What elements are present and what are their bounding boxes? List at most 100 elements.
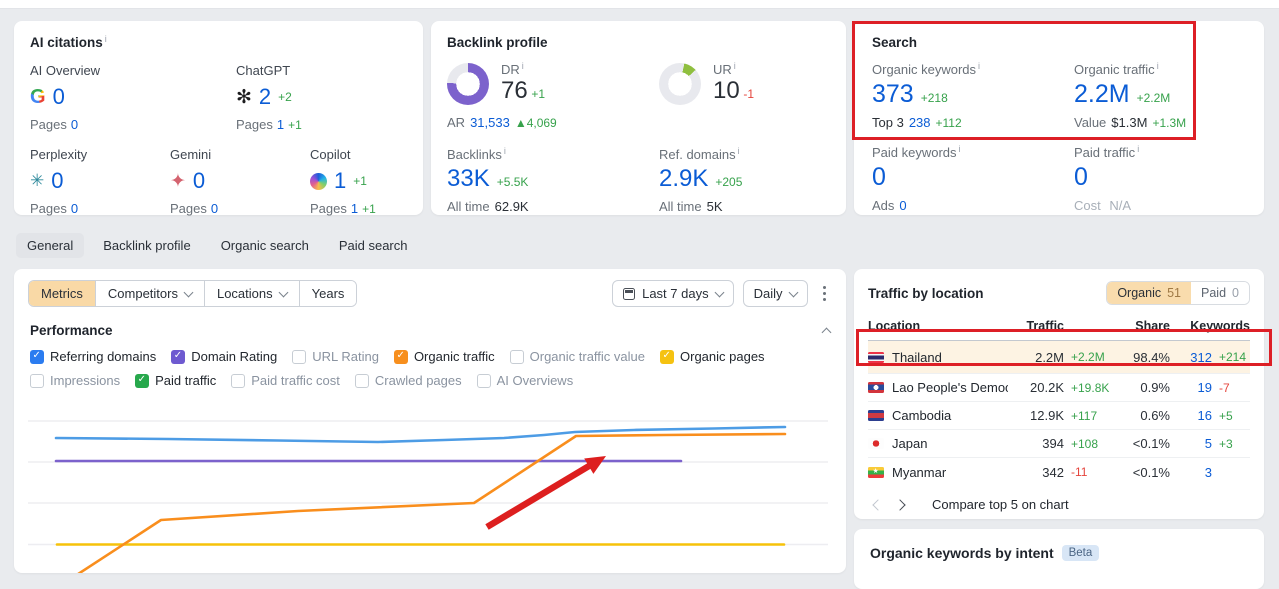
date-range-dropdown[interactable]: Last 7 days [612, 280, 734, 307]
page-next-icon[interactable] [894, 498, 906, 511]
checkbox-icon [231, 373, 246, 388]
performance-title: Performance [30, 323, 113, 338]
collapse-chevron-icon[interactable] [821, 327, 832, 338]
checkbox-label: Organic traffic [413, 349, 495, 364]
competitors-dropdown[interactable]: Competitors [95, 281, 205, 306]
checkbox-crawled-pages[interactable]: Crawled pages [354, 373, 462, 388]
years-button[interactable]: Years [299, 281, 357, 306]
search-title: Search [872, 35, 918, 50]
paid-keywords-label: Paid keywords [872, 145, 957, 160]
filter-group: Metrics Competitors Locations Years [28, 280, 358, 307]
chatgpt-delta: +2 [278, 90, 292, 104]
ref-domains-delta: +205 [715, 175, 743, 189]
perplexity-value: 0 [51, 168, 64, 193]
page-prev-icon[interactable] [872, 498, 884, 511]
tab-general[interactable]: General [16, 233, 85, 258]
pages-label: Pages [236, 117, 273, 132]
table-row-laos[interactable]: Lao People's Democratic Reput 20.2K +19.… [868, 374, 1250, 402]
ref-domains-value[interactable]: 2.9K [659, 165, 708, 193]
pages-value[interactable]: 1 [351, 201, 358, 216]
checkbox-ai-overviews[interactable]: AI Overviews [476, 373, 573, 388]
toggle-organic[interactable]: Organic 51 [1107, 282, 1192, 304]
checkbox-paid-traffic[interactable]: Paid traffic [135, 373, 216, 388]
ai-overview-label: AI Overview [30, 63, 101, 78]
info-icon[interactable] [1157, 61, 1159, 71]
info-icon[interactable] [504, 146, 506, 156]
info-icon[interactable] [1137, 144, 1139, 154]
checkbox-impressions[interactable]: Impressions [30, 373, 120, 388]
tab-organic-search[interactable]: Organic search [210, 233, 320, 258]
info-icon[interactable] [734, 61, 736, 71]
table-row-thailand[interactable]: Thailand 2.2M +2.2M 98.4% 312 +214 [868, 341, 1250, 374]
pages-value[interactable]: 1 [277, 117, 284, 132]
date-range-label: Last 7 days [642, 286, 709, 301]
info-icon[interactable] [105, 34, 107, 44]
metrics-button[interactable]: Metrics [29, 281, 96, 306]
info-icon[interactable] [522, 61, 524, 71]
top-header-strip [0, 0, 1279, 9]
traffic-delta: -11 [1071, 465, 1088, 479]
location-name: Japan [892, 436, 928, 451]
paid-traffic-value[interactable]: 0 [1074, 163, 1088, 192]
metric-checkboxes: Referring domains Domain Rating URL Rati… [14, 338, 834, 388]
info-icon[interactable] [978, 61, 980, 71]
organic-traffic-value[interactable]: 2.2M [1074, 80, 1130, 109]
organic-keywords-delta: +218 [920, 91, 948, 105]
pages-value[interactable]: 0 [71, 201, 78, 216]
table-row-myanmar[interactable]: Myanmar 342 -11 <0.1% 3 [868, 458, 1250, 486]
locations-dropdown[interactable]: Locations [204, 281, 300, 306]
backlinks-value[interactable]: 33K [447, 165, 490, 193]
google-icon: G [30, 85, 46, 108]
keywords-delta: +214 [1219, 350, 1247, 364]
checkbox-url-rating[interactable]: URL Rating [292, 349, 379, 364]
toggle-paid-label: Paid [1201, 286, 1227, 300]
paid-keywords-value[interactable]: 0 [872, 163, 886, 192]
keywords-delta: -7 [1219, 380, 1230, 395]
checkbox-label: Paid traffic cost [251, 373, 340, 388]
info-icon[interactable] [738, 146, 740, 156]
metrics-label: Metrics [41, 286, 83, 301]
table-row-cambodia[interactable]: Cambodia 12.9K +117 0.6% 16 +5 [868, 402, 1250, 430]
table-row-japan[interactable]: Japan 394 +108 <0.1% 5 +3 [868, 430, 1250, 458]
pages-label: Pages [310, 201, 347, 216]
calendar-icon [623, 287, 636, 300]
alltime-label: All time [659, 199, 702, 214]
organic-keywords-value[interactable]: 373 [872, 80, 914, 109]
alltime-label: All time [447, 199, 490, 214]
top3-value[interactable]: 238 [909, 115, 931, 130]
checkbox-organic-pages[interactable]: Organic pages [660, 349, 765, 364]
keywords-value[interactable]: 5 [1170, 436, 1212, 451]
checkbox-organic-traffic[interactable]: Organic traffic [393, 349, 495, 364]
share-value: <0.1% [1132, 436, 1170, 451]
ai-citations-title: AI citations [30, 35, 103, 50]
location-table-header: Location Traffic Share Keywords [868, 319, 1250, 341]
keywords-value[interactable]: 16 [1170, 408, 1212, 423]
granularity-dropdown[interactable]: Daily [742, 280, 808, 307]
pages-value[interactable]: 0 [211, 201, 218, 216]
checkbox-paid-traffic-cost[interactable]: Paid traffic cost [231, 373, 340, 388]
traffic-delta: +2.2M [1071, 350, 1105, 364]
checkbox-organic-traffic-value[interactable]: Organic traffic value [509, 349, 645, 364]
pages-label: Pages [30, 117, 67, 132]
checkbox-referring-domains[interactable]: Referring domains [30, 349, 156, 364]
gemini-value: 0 [192, 168, 206, 193]
more-options-menu[interactable] [817, 282, 833, 306]
checkbox-icon [135, 373, 150, 388]
checkbox-icon [393, 349, 408, 364]
compare-top5-link[interactable]: Compare top 5 on chart [932, 497, 1069, 512]
backlink-profile-title: Backlink profile [447, 35, 548, 50]
pages-value[interactable]: 0 [71, 117, 78, 132]
keywords-value[interactable]: 312 [1170, 350, 1212, 365]
info-icon[interactable] [959, 144, 961, 154]
ads-value[interactable]: 0 [899, 198, 906, 213]
keywords-value[interactable]: 19 [1170, 380, 1212, 395]
ar-value[interactable]: 31,533 [470, 115, 510, 130]
tab-backlink-profile[interactable]: Backlink profile [92, 233, 201, 258]
locations-label: Locations [216, 286, 273, 301]
toggle-organic-count: 51 [1167, 286, 1182, 300]
tab-paid-search[interactable]: Paid search [328, 233, 419, 258]
checkbox-domain-rating[interactable]: Domain Rating [171, 349, 277, 364]
toggle-paid[interactable]: Paid 0 [1191, 282, 1249, 304]
ur-label: UR [713, 62, 732, 77]
keywords-value[interactable]: 3 [1170, 465, 1212, 480]
